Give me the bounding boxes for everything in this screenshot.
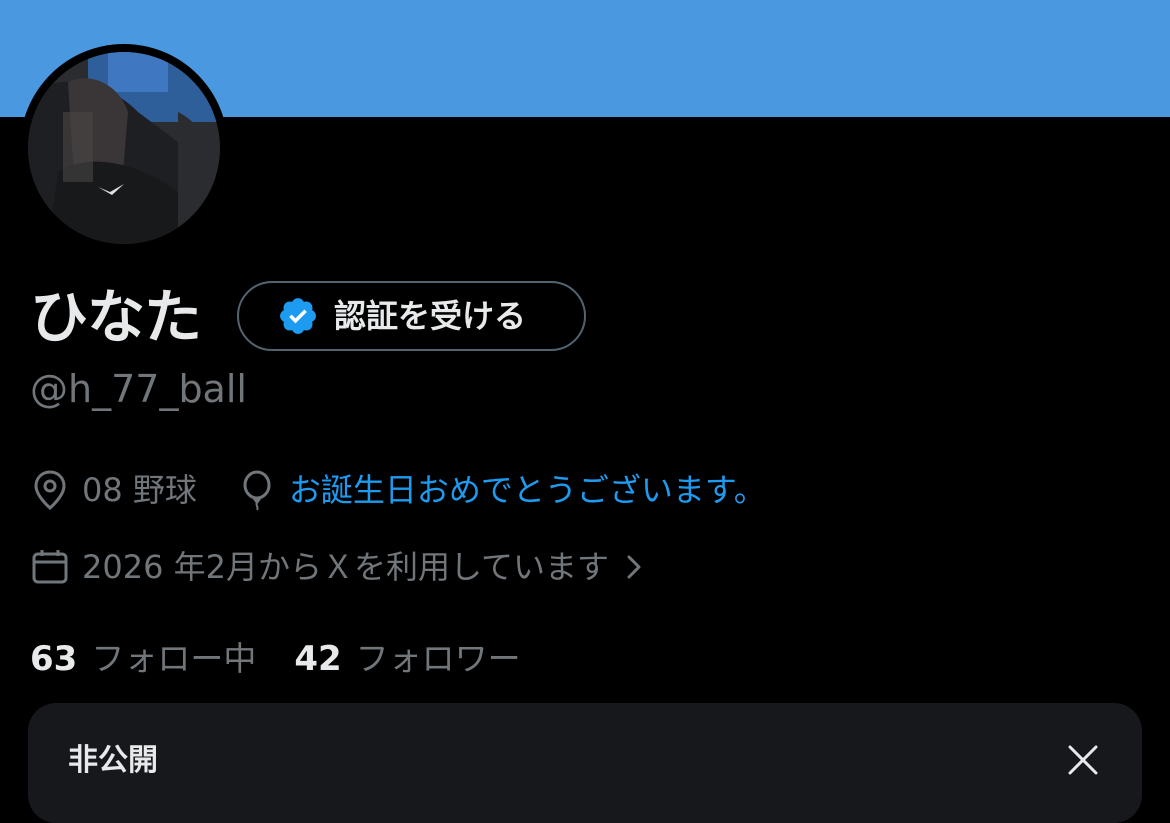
birthday-item: お誕生日おめでとうございます。 [237, 468, 766, 512]
follow-stats: 63 フォロー中 42 フォロワー [30, 632, 521, 680]
calendar-icon [30, 545, 70, 589]
followers-label: フォロワー [355, 639, 521, 678]
profile-meta-row: 08 野球 お誕生日おめでとうございます。 [30, 468, 766, 512]
user-handle: @h_77_ball [30, 367, 247, 411]
balloon-icon [237, 468, 277, 512]
verified-badge-icon [277, 295, 319, 337]
location-text: 08 野球 [82, 471, 197, 509]
private-card-title: 非公開 [68, 743, 158, 778]
joined-text: 2026 年2月からＸを利用しています [82, 548, 610, 586]
birthday-text: お誕生日おめでとうございます。 [288, 471, 766, 509]
chevron-right-icon [623, 545, 647, 589]
followers-link[interactable]: 42 フォロワー [294, 632, 520, 680]
following-link[interactable]: 63 フォロー中 [30, 632, 256, 680]
avatar[interactable] [20, 44, 228, 252]
get-verified-label: 認証を受ける [334, 297, 527, 335]
get-verified-button[interactable]: 認証を受ける [237, 281, 586, 351]
following-count: 63 [30, 639, 78, 679]
private-account-card: 非公開 [28, 703, 1142, 823]
joined-row[interactable]: 2026 年2月からＸを利用しています [30, 545, 647, 589]
location-pin-icon [30, 468, 70, 512]
close-icon[interactable] [1066, 743, 1100, 777]
followers-count: 42 [294, 639, 342, 679]
following-label: フォロー中 [91, 639, 257, 678]
display-name: ひなた [30, 283, 202, 351]
avatar-image [28, 52, 220, 244]
